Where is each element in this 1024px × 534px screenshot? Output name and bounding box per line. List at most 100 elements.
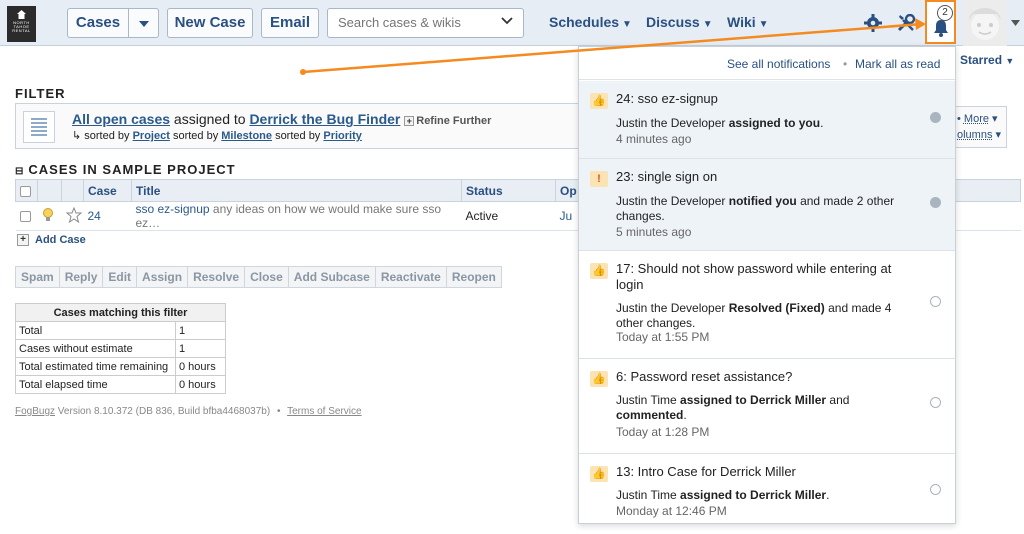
notification-title[interactable]: 13: Intro Case for Derrick Miller [616, 464, 916, 480]
notification-item[interactable]: 👍 17: Should not show password while ent… [579, 251, 955, 359]
reply-button[interactable]: Reply [58, 266, 104, 288]
menu-discuss[interactable]: Discuss ▼ [646, 14, 713, 30]
avatar[interactable] [963, 0, 1007, 46]
sort-milestone-link[interactable]: Milestone [221, 130, 272, 142]
starred-menu[interactable]: Starred ▼ [960, 53, 1014, 67]
new-case-button[interactable]: New Case [167, 8, 253, 38]
notification-item[interactable]: 👍 24: sso ez-signup Justin the Developer… [579, 81, 955, 159]
notification-item[interactable]: 👍 6: Password reset assistance? Justin T… [579, 359, 955, 454]
chevron-down-icon[interactable] [501, 17, 513, 25]
search-box[interactable] [327, 8, 524, 38]
search-input[interactable] [338, 15, 498, 30]
column-header-case[interactable]: Case [83, 179, 132, 202]
filter-mid-text: assigned to [170, 111, 250, 127]
reactivate-button[interactable]: Reactivate [374, 266, 447, 288]
row-checkbox-cell[interactable] [15, 201, 38, 231]
body-action: commented [616, 408, 684, 422]
menu-schedules[interactable]: Schedules ▼ [549, 14, 632, 30]
star-icon[interactable] [61, 201, 84, 231]
notification-item[interactable]: 👍 13: Intro Case for Derrick Miller Just… [579, 454, 955, 524]
notification-title[interactable]: 6: Password reset assistance? [616, 369, 916, 385]
column-header-status[interactable]: Status [461, 179, 556, 202]
caret-down-icon: ▼ [702, 19, 713, 30]
body-text: . [683, 408, 687, 422]
notifications-panel: See all notifications • Mark all as read… [578, 46, 956, 524]
sort-priority-link[interactable]: Priority [323, 130, 362, 142]
notification-title[interactable]: 24: sso ez-signup [616, 91, 916, 107]
filter-assignee-link[interactable]: Derrick the Bug Finder [249, 111, 400, 127]
read-status-dot[interactable] [930, 397, 941, 408]
body-text: Justin the Developer [616, 194, 729, 208]
email-button[interactable]: Email [261, 8, 319, 38]
read-status-dot[interactable] [930, 484, 941, 495]
columns-link[interactable]: olumns ▾ [957, 127, 1006, 143]
tools-icon[interactable] [897, 14, 916, 32]
case-number[interactable]: 24 [83, 201, 132, 231]
lightbulb-icon [37, 201, 62, 231]
add-subcase-button[interactable]: Add Subcase [287, 266, 376, 288]
sorted-by-text: sorted by [275, 130, 324, 142]
select-all-checkbox[interactable] [20, 185, 31, 197]
read-status-dot[interactable] [930, 197, 941, 208]
notification-time: Monday at 12:46 PM [616, 504, 727, 518]
resolve-button[interactable]: Resolve [187, 266, 246, 288]
more-link[interactable]: • More ▾ [957, 111, 1006, 127]
mark-all-read-link[interactable]: Mark all as read [855, 57, 940, 71]
case-title[interactable]: sso ez-signup [136, 202, 210, 216]
add-case-button[interactable]: + Add Case [17, 234, 86, 247]
notification-time: 5 minutes ago [616, 225, 692, 239]
filter-description: All open cases assigned to Derrick the B… [72, 111, 491, 127]
refine-further-button[interactable]: + Refine Further [404, 115, 491, 127]
read-status-dot[interactable] [930, 296, 941, 307]
notification-body: Justin Time assigned to Derrick Miller a… [616, 393, 916, 423]
see-all-notifications-link[interactable]: See all notifications [727, 57, 830, 71]
summary-label: Total [15, 321, 176, 340]
summary-value: 0 hours [175, 375, 226, 394]
summary-header: Cases matching this filter [15, 303, 226, 322]
avatar-caret-down-icon[interactable] [1011, 20, 1020, 26]
menu-wiki[interactable]: Wiki ▼ [727, 14, 769, 30]
assign-button[interactable]: Assign [136, 266, 189, 288]
case-status: Active [461, 201, 556, 231]
close-button[interactable]: Close [244, 266, 289, 288]
case-title-cell[interactable]: sso ez-signup any ideas on how we would … [131, 201, 462, 231]
cases-button[interactable]: Cases [67, 8, 129, 38]
spam-button[interactable]: Spam [15, 266, 60, 288]
menu-discuss-label: Discuss [646, 14, 700, 30]
body-text: Justin Time [616, 488, 681, 502]
fogbugz-link[interactable]: FogBugz [15, 406, 55, 417]
summary-label: Total estimated time remaining [15, 357, 176, 376]
house-icon [17, 10, 26, 19]
column-header-title[interactable]: Title [131, 179, 462, 202]
thumbs-up-icon: 👍 [590, 466, 608, 482]
star-column-header [61, 179, 84, 202]
cases-heading[interactable]: ⊟ CASES IN SAMPLE PROJECT [15, 162, 236, 177]
logo[interactable]: NORTH TAHOE RENTAL [7, 6, 36, 42]
notification-title[interactable]: 17: Should not show password while enter… [616, 261, 916, 293]
collapse-icon[interactable]: ⊟ [15, 166, 24, 177]
terms-link[interactable]: Terms of Service [287, 406, 361, 417]
select-all-header[interactable] [15, 179, 38, 202]
body-text: and [826, 393, 850, 407]
bell-icon [934, 20, 948, 37]
exclamation-icon: ! [590, 171, 608, 187]
notification-item[interactable]: ! 23: single sign on Justin the Develope… [579, 159, 955, 251]
filter-open-cases-link[interactable]: All open cases [72, 111, 170, 127]
gear-icon[interactable] [864, 14, 882, 32]
notifications-panel-header: See all notifications • Mark all as read [579, 47, 955, 80]
row-checkbox[interactable] [19, 211, 31, 223]
thumbs-up-icon: 👍 [590, 93, 608, 109]
reopen-button[interactable]: Reopen [445, 266, 502, 288]
body-text: Justin the Developer [616, 116, 729, 130]
cases-dropdown-button[interactable] [128, 8, 159, 38]
more-label: More [963, 113, 989, 125]
edit-button[interactable]: Edit [102, 266, 138, 288]
list-icon [23, 111, 55, 143]
notification-title[interactable]: 23: single sign on [616, 169, 916, 185]
summary-row: Cases without estimate 1 [15, 339, 226, 358]
body-text: . [826, 488, 830, 502]
read-status-dot[interactable] [930, 112, 941, 123]
summary-row: Total 1 [15, 321, 226, 340]
top-bar: NORTH TAHOE RENTAL Cases New Case Email … [0, 0, 1024, 46]
sort-project-link[interactable]: Project [133, 130, 170, 142]
